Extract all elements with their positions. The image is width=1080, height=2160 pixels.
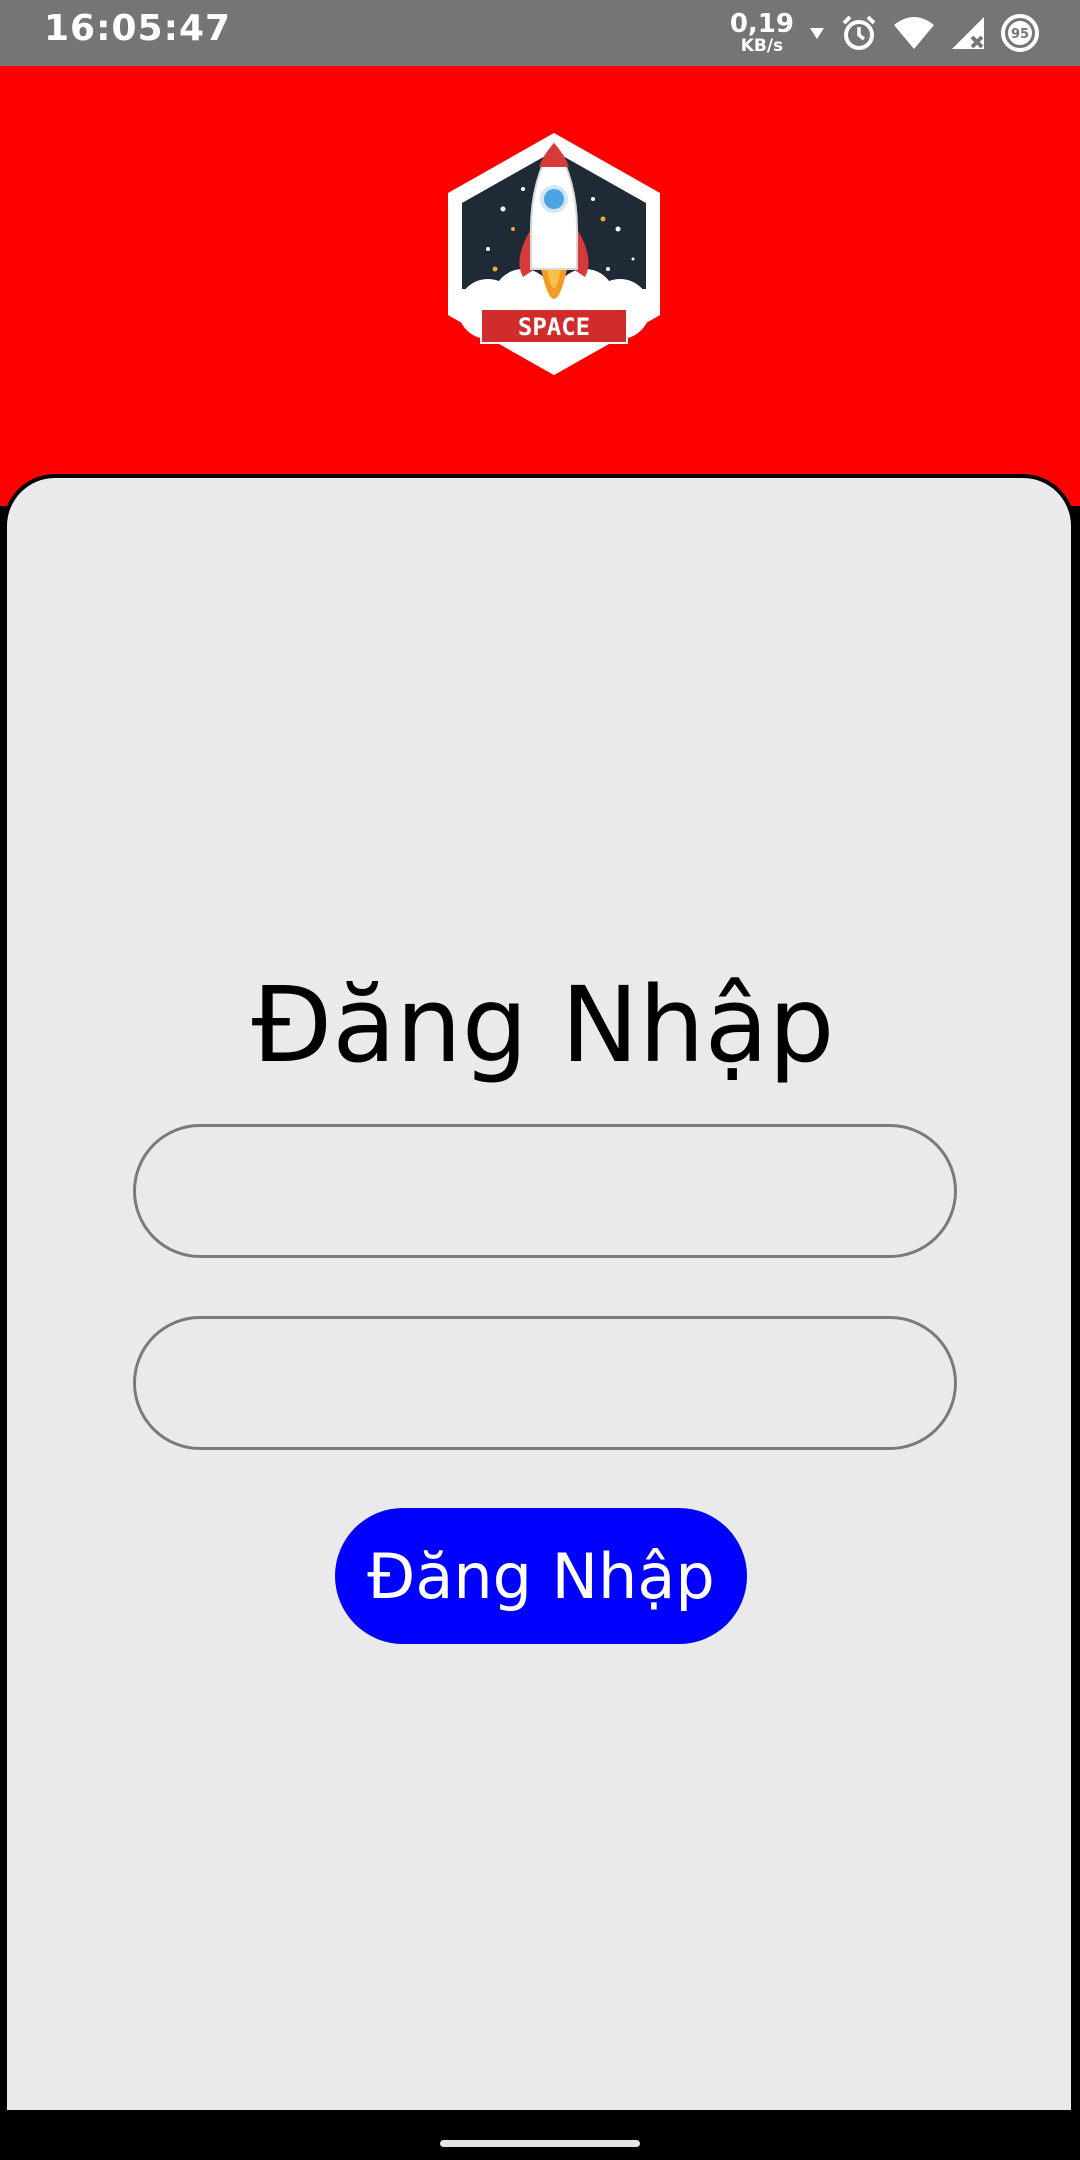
network-speed: 0,19 KB/s (730, 11, 794, 55)
status-time: 16:05:47 (44, 8, 232, 49)
network-speed-unit: KB/s (740, 36, 784, 56)
logo-text: SPACE (518, 313, 590, 341)
signal-icon (952, 17, 984, 49)
download-arrow-icon (810, 28, 824, 39)
username-field[interactable] (133, 1124, 957, 1258)
login-button[interactable]: Đăng Nhập (335, 1508, 747, 1644)
alarm-icon (842, 15, 876, 50)
network-speed-value: 0,19 (729, 9, 794, 39)
battery-level: 95 (1011, 27, 1029, 42)
space-rocket-logo: SPACE (448, 133, 660, 375)
home-gesture-handle[interactable] (440, 2140, 640, 2147)
navigation-bar (0, 2110, 1080, 2160)
password-field[interactable] (133, 1316, 957, 1450)
login-card: Đăng Nhập Đăng Nhập (3, 474, 1075, 2114)
header-banner: SPACE (0, 66, 1080, 506)
battery-icon: 95 (1001, 14, 1039, 52)
wifi-icon (894, 17, 934, 49)
status-bar: 16:05:47 0,19 KB/s 95 (0, 0, 1080, 66)
login-title: Đăng Nhập (251, 964, 835, 1086)
status-icons: 0,19 KB/s 95 (730, 8, 1040, 58)
